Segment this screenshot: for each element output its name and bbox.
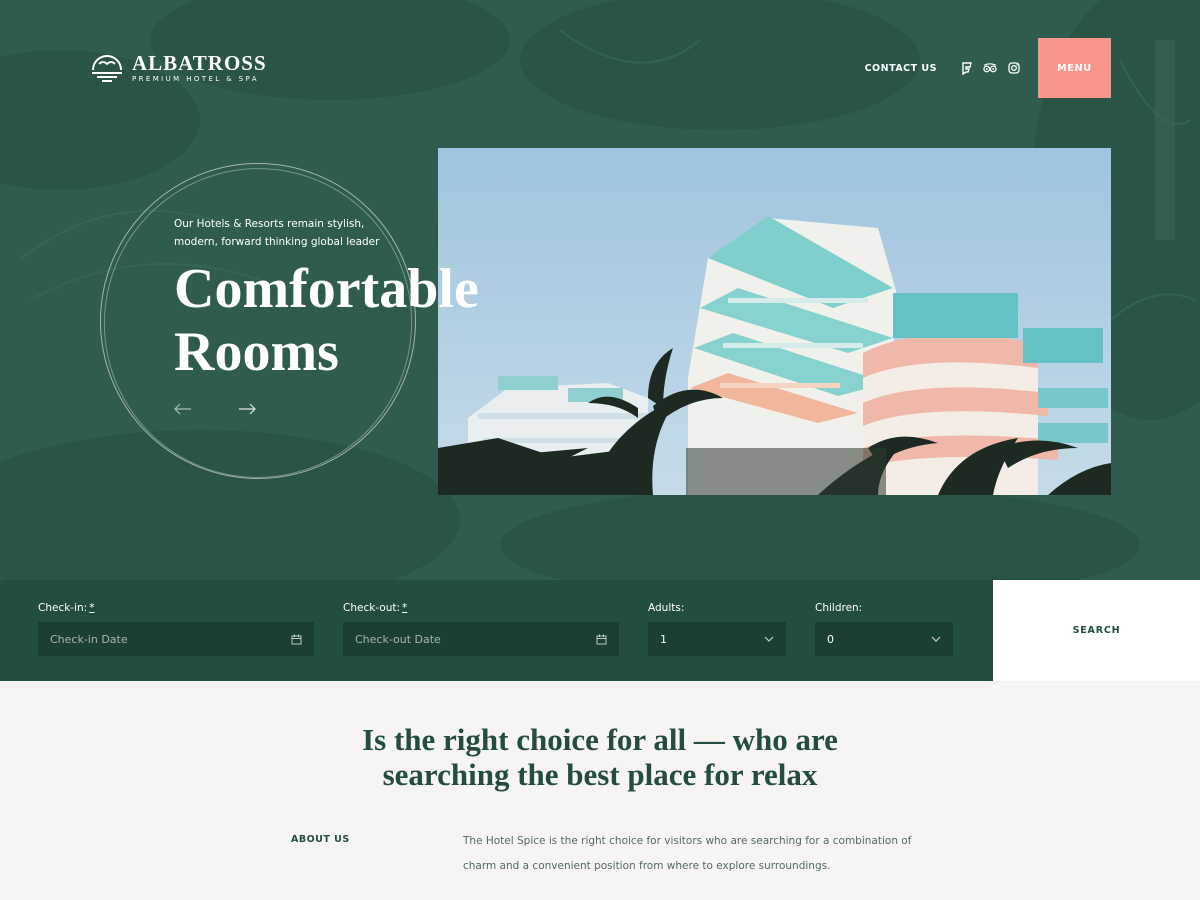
intro-heading-line-2: searching the best place for relax [382, 757, 818, 792]
checkin-placeholder: Check-in Date [50, 632, 128, 646]
chevron-down-icon [764, 636, 774, 642]
instagram-icon[interactable] [1007, 61, 1021, 75]
checkin-label-text: Check-in: [38, 602, 88, 614]
adults-label: Adults: [648, 602, 685, 614]
search-button[interactable]: SEARCH [993, 580, 1200, 681]
intro-heading: Is the right choice for all — who are se… [300, 722, 900, 792]
adults-field: Adults: 1 [648, 602, 786, 656]
checkout-label: Check-out: * [343, 602, 619, 614]
checkout-label-text: Check-out: [343, 602, 401, 614]
brand-tagline: PREMIUM HOTEL & SPA [132, 74, 259, 83]
adults-select[interactable]: 1 [648, 622, 786, 656]
checkin-input[interactable]: Check-in Date [38, 622, 314, 656]
hero-title-line-2: Rooms [174, 321, 339, 383]
bird-sunset-icon [92, 55, 122, 82]
checkin-label: Check-in: * [38, 602, 314, 614]
social-links [959, 61, 1021, 75]
checkout-field: Check-out: * Check-out Date [343, 602, 619, 656]
menu-button[interactable]: MENU [1038, 38, 1111, 98]
about-us-text: The Hotel Spice is the right choice for … [463, 835, 912, 872]
about-us-label: ABOUT US [291, 834, 350, 845]
foursquare-icon[interactable] [959, 61, 973, 75]
hotel-building-photo [438, 148, 1111, 495]
required-marker: * [402, 602, 408, 614]
tripadvisor-icon[interactable] [983, 61, 997, 75]
children-value: 0 [827, 632, 834, 646]
children-select[interactable]: 0 [815, 622, 953, 656]
checkout-input[interactable]: Check-out Date [343, 622, 619, 656]
children-field: Children: 0 [815, 602, 953, 656]
checkout-placeholder: Check-out Date [355, 632, 441, 646]
hero-title-line-1: Comfortable [174, 258, 479, 320]
hero-section: ALBATROSS PREMIUM HOTEL & SPA CONTACT US… [0, 0, 1200, 580]
calendar-icon [291, 634, 302, 644]
intro-heading-line-1: Is the right choice for all — who are [362, 722, 838, 757]
arrow-left-icon[interactable] [174, 403, 192, 421]
calendar-icon [596, 634, 607, 644]
required-marker: * [89, 602, 95, 614]
chevron-down-icon [931, 636, 941, 642]
hero-subtitle: Our Hotels & Resorts remain stylish, mod… [174, 218, 380, 248]
brand-logo[interactable]: ALBATROSS PREMIUM HOTEL & SPA [90, 50, 267, 84]
booking-form: Check-in: * Check-in Date Check-out: * Che… [0, 580, 1200, 681]
arrow-right-icon[interactable] [238, 403, 256, 421]
checkin-field: Check-in: * Check-in Date [38, 602, 314, 656]
slider-arrows [174, 403, 256, 421]
brand-name: ALBATROSS [132, 50, 267, 75]
hero-title: Comfortable Rooms [174, 258, 504, 384]
top-navigation: CONTACT US MENU [865, 38, 1111, 98]
children-label: Children: [815, 602, 863, 614]
contact-us-link[interactable]: CONTACT US [865, 63, 937, 74]
adults-value: 1 [660, 632, 667, 646]
